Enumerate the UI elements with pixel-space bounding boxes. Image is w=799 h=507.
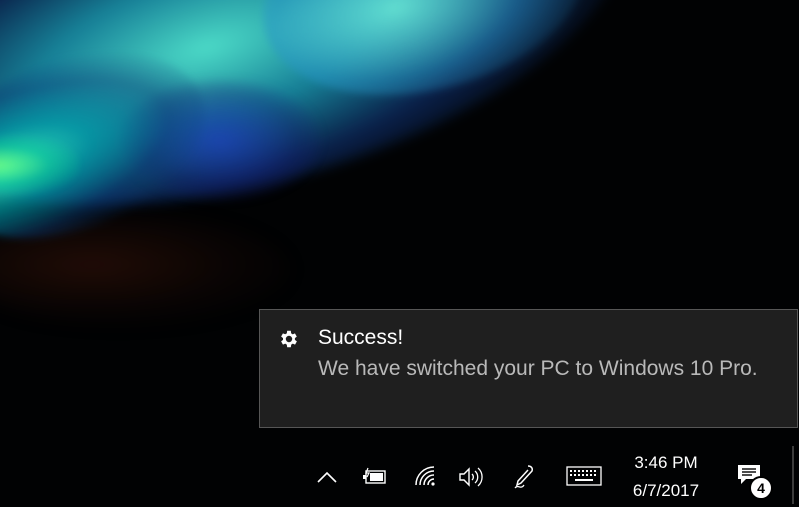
wallpaper-glow xyxy=(0,135,80,195)
clock-time: 3:46 PM xyxy=(634,453,698,472)
toast-notification[interactable]: Success! We have switched your PC to Win… xyxy=(259,309,798,428)
action-center-button[interactable]: 4 xyxy=(733,461,775,503)
toast-title: Success! xyxy=(318,326,404,349)
wallpaper-glow xyxy=(120,80,320,200)
chevron-up-icon[interactable] xyxy=(316,469,338,485)
wallpaper-glow xyxy=(240,0,610,127)
desktop: Success! We have switched your PC to Win… xyxy=(0,0,799,507)
show-desktop-button[interactable] xyxy=(792,446,794,504)
speaker-icon[interactable] xyxy=(458,466,484,488)
pen-icon[interactable] xyxy=(512,464,536,490)
gear-icon xyxy=(278,328,300,350)
clock-date: 6/7/2017 xyxy=(632,481,700,500)
wallpaper-glow xyxy=(0,215,290,325)
notification-count-badge: 4 xyxy=(749,476,773,500)
taskbar-clock[interactable]: 3:46 PM 6/7/2017 xyxy=(618,452,714,502)
toast-message: We have switched your PC to Windows 10 P… xyxy=(318,357,758,380)
keyboard-icon[interactable] xyxy=(566,466,602,486)
wifi-icon[interactable] xyxy=(414,465,438,489)
wallpaper-glow xyxy=(0,17,231,273)
battery-charging-icon[interactable] xyxy=(362,467,388,487)
wallpaper-glow xyxy=(0,0,671,279)
